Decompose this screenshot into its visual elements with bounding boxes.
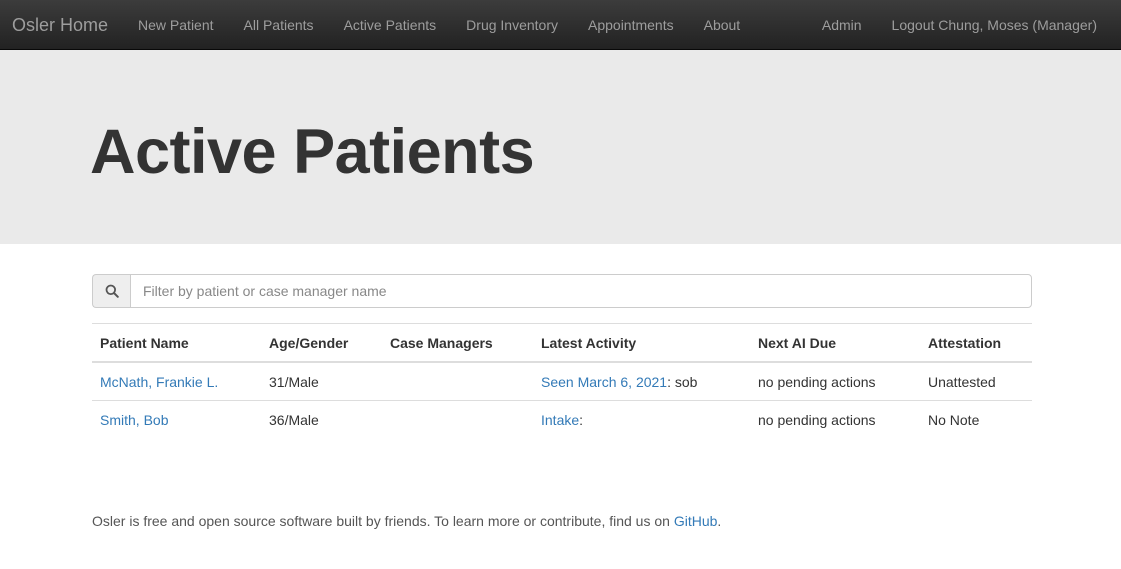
cell-case-managers: [382, 400, 533, 438]
table-row: McNath, Frankie L. 31/Male Seen March 6,…: [92, 362, 1032, 401]
search-icon: [105, 284, 119, 298]
search-input[interactable]: [130, 274, 1032, 308]
nav-logout[interactable]: Logout Chung, Moses (Manager): [877, 0, 1112, 50]
cell-latest-activity: Intake:: [533, 400, 750, 438]
patients-table: Patient Name Age/Gender Case Managers La…: [92, 323, 1032, 438]
cell-latest-activity: Seen March 6, 2021: sob: [533, 362, 750, 401]
cell-case-managers: [382, 362, 533, 401]
header-next-ai-due[interactable]: Next AI Due: [750, 323, 920, 363]
top-navbar: Osler Home New Patient All Patients Acti…: [0, 0, 1121, 50]
activity-note: : sob: [667, 374, 698, 390]
github-link[interactable]: GitHub: [674, 513, 718, 529]
table-header-row: Patient Name Age/Gender Case Managers La…: [92, 323, 1032, 363]
nav-active-patients[interactable]: Active Patients: [329, 0, 452, 50]
nav-all-patients[interactable]: All Patients: [229, 0, 329, 50]
cell-next-ai-due: no pending actions: [750, 400, 920, 438]
page-title: Active Patients: [90, 117, 535, 187]
patient-link[interactable]: Smith, Bob: [100, 412, 168, 428]
cell-next-ai-due: no pending actions: [758, 374, 876, 390]
cell-patient-name: Smith, Bob: [92, 400, 261, 438]
footer-text: Osler is free and open source software b…: [92, 513, 674, 529]
activity-link[interactable]: Seen March 6, 2021: [541, 374, 667, 390]
header-patient-name[interactable]: Patient Name: [92, 323, 261, 363]
table-row: Smith, Bob 36/Male Intake: no pending ac…: [92, 400, 1032, 438]
header-attestation[interactable]: Attestation: [920, 323, 1032, 363]
cell-attestation: Unattested: [928, 374, 996, 390]
footer: Osler is free and open source software b…: [92, 513, 721, 529]
cell-attestation: No Note: [920, 400, 1032, 438]
header-age-gender[interactable]: Age/Gender: [261, 323, 382, 363]
nav-admin[interactable]: Admin: [807, 0, 877, 50]
page-header: Active Patients: [0, 50, 1121, 244]
nav-about[interactable]: About: [689, 0, 756, 50]
cell-age-gender: 31/Male: [269, 374, 319, 390]
cell-age-gender: 36/Male: [261, 400, 382, 438]
nav-appointments[interactable]: Appointments: [573, 0, 689, 50]
activity-link[interactable]: Intake: [541, 412, 579, 428]
nav-new-patient[interactable]: New Patient: [123, 0, 228, 50]
nav-drug-inventory[interactable]: Drug Inventory: [451, 0, 573, 50]
activity-note: :: [579, 412, 584, 428]
header-latest-activity[interactable]: Latest Activity: [533, 323, 750, 363]
nav-right: Admin Logout Chung, Moses (Manager): [807, 0, 1112, 50]
footer-end: .: [717, 513, 722, 529]
nav-links: New Patient All Patients Active Patients…: [123, 0, 755, 50]
header-case-managers[interactable]: Case Managers: [382, 323, 533, 363]
patient-filter: [92, 274, 1032, 308]
patient-link[interactable]: McNath, Frankie L.: [100, 374, 218, 390]
cell-patient-name: McNath, Frankie L.: [92, 362, 261, 401]
search-addon: [92, 274, 130, 308]
brand-link[interactable]: Osler Home: [0, 0, 123, 50]
